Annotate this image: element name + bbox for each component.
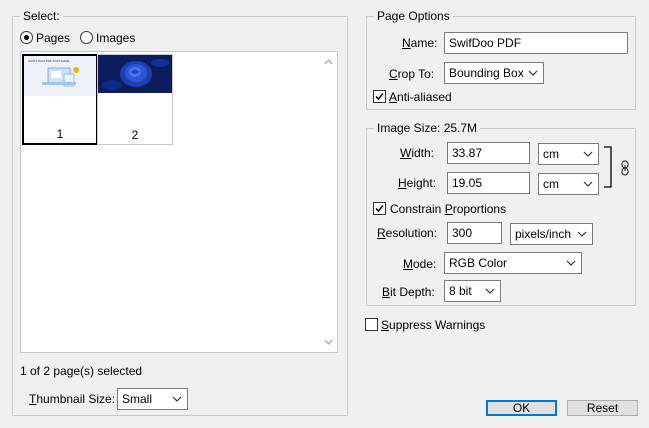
constrain-link-bracket <box>604 146 612 188</box>
thumbnail-size-select[interactable]: Small <box>117 388 188 410</box>
chevron-down-icon <box>566 260 576 266</box>
width-unit-value: cm <box>543 147 559 161</box>
mode-value: RGB Color <box>449 256 508 270</box>
select-group-title: Select: <box>23 9 60 23</box>
crop-to-select[interactable]: Bounding Box <box>444 62 544 84</box>
page-thumbnail-2-number: 2 <box>131 128 139 142</box>
page-thumbnail-1[interactable]: SWIFT DOO PDF SOFTWARE 1 <box>22 54 98 145</box>
reset-button[interactable]: Reset <box>567 400 638 416</box>
checkmark-icon <box>375 205 384 213</box>
pages-radio[interactable] <box>20 31 33 44</box>
document-illustration-icon <box>42 67 79 87</box>
anti-aliased-checkbox[interactable] <box>373 90 386 103</box>
selection-status: 1 of 2 page(s) selected <box>20 364 143 378</box>
height-label: Height: <box>398 176 437 190</box>
pages-radio-label[interactable]: Pages <box>36 30 70 46</box>
height-unit-select[interactable]: cm <box>538 173 599 195</box>
constrain-proportions-checkbox[interactable] <box>373 202 386 215</box>
chevron-down-icon <box>583 151 593 157</box>
chain-link-icon <box>621 160 629 176</box>
images-radio[interactable] <box>80 31 93 44</box>
width-input[interactable]: 33.87 <box>447 142 530 164</box>
mode-select[interactable]: RGB Color <box>444 252 582 274</box>
scroll-down-arrow-icon[interactable] <box>320 333 337 350</box>
thumbnail-scrollbar[interactable] <box>320 52 337 352</box>
thumbnail-size-label: Thumbnail Size: <box>29 392 116 406</box>
image-size-title: Image Size: 25.7M <box>377 121 478 135</box>
thumbnail-list[interactable]: SWIFT DOO PDF SOFTWARE 1 2 <box>20 51 338 353</box>
constrain-proportions-label[interactable]: Constrain Proportions <box>390 201 506 217</box>
bit-depth-label: Bit Depth: <box>382 285 435 299</box>
page-options-title: Page Options <box>377 9 450 23</box>
mode-label: Mode: <box>403 257 437 271</box>
crop-to-label: Crop To: <box>389 67 435 81</box>
suppress-warnings-label[interactable]: Suppress Warnings <box>381 317 485 333</box>
images-radio-label[interactable]: Images <box>96 30 135 46</box>
checkmark-icon <box>375 93 384 101</box>
ok-button[interactable]: OK <box>486 400 557 416</box>
bit-depth-value: 8 bit <box>449 284 472 298</box>
chevron-down-icon <box>528 70 538 76</box>
blue-rose-image-icon <box>98 55 172 93</box>
crop-to-value: Bounding Box <box>449 66 524 80</box>
suppress-warnings-checkbox[interactable] <box>365 318 378 331</box>
scroll-up-arrow-icon[interactable] <box>320 54 337 71</box>
height-unit-value: cm <box>543 177 559 191</box>
page-thumbnail-2[interactable]: 2 <box>97 54 173 145</box>
width-label: Width: <box>400 146 435 160</box>
width-unit-select[interactable]: cm <box>538 143 599 165</box>
height-input[interactable]: 19.05 <box>447 172 530 194</box>
name-input[interactable]: SwifDoo PDF <box>444 32 628 54</box>
chevron-down-icon <box>485 288 495 294</box>
chevron-down-icon <box>583 181 593 187</box>
resolution-input[interactable]: 300 <box>447 222 502 244</box>
page-2-preview <box>98 55 172 93</box>
anti-aliased-label[interactable]: Anti-aliased <box>389 89 452 105</box>
resolution-unit-select[interactable]: pixels/inch <box>510 223 593 245</box>
resolution-label: Resolution: <box>377 226 438 240</box>
name-label: Name: <box>402 36 438 50</box>
page-1-preview: SWIFT DOO PDF SOFTWARE <box>24 56 96 96</box>
resolution-unit-value: pixels/inch <box>515 227 572 241</box>
chevron-down-icon <box>172 396 182 402</box>
thumbnail-size-value: Small <box>122 392 153 406</box>
bit-depth-select[interactable]: 8 bit <box>444 280 501 302</box>
chevron-down-icon <box>577 231 587 237</box>
page-thumbnail-1-number: 1 <box>56 127 64 141</box>
